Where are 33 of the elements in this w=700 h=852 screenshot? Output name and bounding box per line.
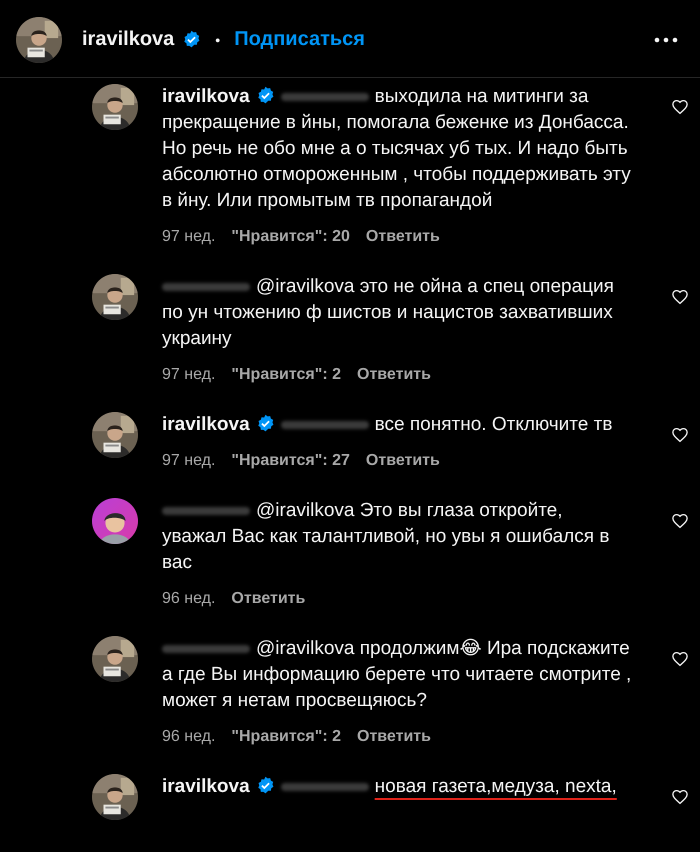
- comment-text: @iravilkova Это вы глаза откройте, уважал Вас как талантливой, но увы я ошибался в вас: [162, 499, 610, 575]
- like-icon: [671, 512, 689, 530]
- timestamp: 96 нед.: [162, 728, 216, 746]
- separator: •: [215, 32, 220, 48]
- timestamp: 96 нед.: [162, 590, 216, 608]
- follow-link[interactable]: Подписаться: [234, 28, 365, 51]
- reply-button[interactable]: Ответить: [366, 452, 440, 470]
- reply-button[interactable]: Ответить: [366, 228, 440, 246]
- like-count[interactable]: "Нравится": 20: [231, 228, 350, 246]
- comment-text: @iravilkova продолжим😂 Ира подскажите а где Вы информацию берете что читаете смотрите , может я нетам просвещяюсь?: [162, 637, 632, 713]
- reply-button[interactable]: Ответить: [357, 366, 431, 384]
- like-icon: [671, 788, 689, 806]
- like-icon: [671, 98, 689, 116]
- like-icon: [671, 288, 689, 306]
- timestamp: 97 нед.: [162, 452, 216, 470]
- comment-text: iravilkova выходила на митинги за прекращение в йны, помогала беженке из Донбасса. Но речь не обо мне а о тысячах уб тых. И надо быть абсолютно отмороженным , чтобы поддерживать эту в йну. Или промытым тв пропагандой: [162, 85, 632, 213]
- verified-icon: [256, 414, 275, 433]
- verified-icon: [256, 86, 275, 105]
- like-count[interactable]: "Нравится": 2: [231, 728, 342, 746]
- username[interactable]: iravilkova: [82, 28, 174, 51]
- reply-button[interactable]: Ответить: [357, 728, 431, 746]
- comment-text: @iravilkova это не ойна а спец операция по ун чтожению ф шистов и нацистов захвативших украину: [162, 275, 615, 351]
- like-icon: [671, 426, 689, 444]
- timestamp: 97 нед.: [162, 228, 216, 246]
- like-count[interactable]: "Нравится": 27: [231, 452, 350, 470]
- verified-icon: [256, 776, 275, 795]
- comment-text: iravilkova новая газета,медуза, nexta,: [162, 775, 618, 799]
- like-count[interactable]: "Нравится": 2: [231, 366, 342, 384]
- more-icon[interactable]: [654, 36, 678, 42]
- comment-text: iravilkova все понятно. Отключите тв: [162, 413, 614, 437]
- reply-button[interactable]: Ответить: [231, 590, 306, 608]
- like-icon: [671, 650, 689, 668]
- timestamp: 97 нед.: [162, 366, 216, 384]
